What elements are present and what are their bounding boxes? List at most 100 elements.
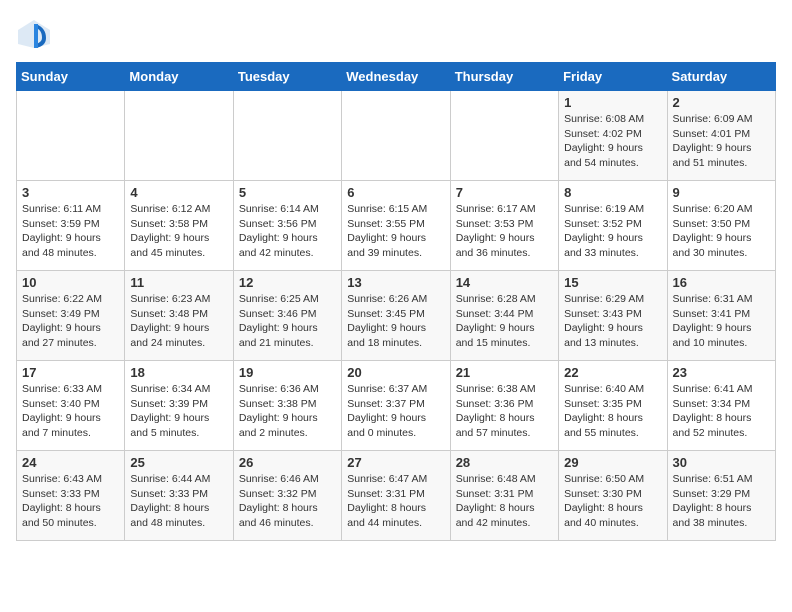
- calendar-cell: 25Sunrise: 6:44 AM Sunset: 3:33 PM Dayli…: [125, 451, 233, 541]
- day-number: 15: [564, 275, 661, 290]
- day-number: 5: [239, 185, 336, 200]
- day-number: 18: [130, 365, 227, 380]
- calendar-table: SundayMondayTuesdayWednesdayThursdayFrid…: [16, 62, 776, 541]
- calendar-cell: 27 Sunrise: 6:47 AM Sunset: 3:31 PM Dayli…: [342, 451, 450, 541]
- day-info: Sunrise: 6:47 AM Sunset: 3:31 PM Dayligh…: [347, 472, 444, 531]
- day-info: Sunrise: 6:48 AM Sunset: 3:31 PM Dayligh…: [456, 472, 553, 531]
- day-number: 9: [673, 185, 770, 200]
- day-info: Sunrise: 6:08 AM Sunset: 4:02 PM Dayligh…: [564, 112, 661, 171]
- calendar-cell: [342, 91, 450, 181]
- day-number: 17: [22, 365, 119, 380]
- calendar-cell: [233, 91, 341, 181]
- calendar-cell: 11 Sunrise: 6:23 AM Sunset: 3:48 PM Dayli…: [125, 271, 233, 361]
- day-number: 12: [239, 275, 336, 290]
- day-number: 23: [673, 365, 770, 380]
- day-number: 24: [22, 455, 119, 470]
- calendar-cell: 16 Sunrise: 6:31 AM Sunset: 3:41 PM Dayli…: [667, 271, 775, 361]
- day-info: Sunrise: 6:15 AM Sunset: 3:55 PM Dayligh…: [347, 202, 444, 261]
- day-number: 3: [22, 185, 119, 200]
- day-info: Sunrise: 6:19 AM Sunset: 3:52 PM Dayligh…: [564, 202, 661, 261]
- day-info: Sunrise: 6:37 AM Sunset: 3:37 PM Dayligh…: [347, 382, 444, 441]
- calendar-cell: 19 Sunrise: 6:36 AM Sunset: 3:38 PM Dayli…: [233, 361, 341, 451]
- day-info: Sunrise: 6:23 AM Sunset: 3:48 PM Dayligh…: [130, 292, 227, 351]
- day-number: 2: [673, 95, 770, 110]
- day-number: 19: [239, 365, 336, 380]
- day-number: 21: [456, 365, 553, 380]
- calendar-cell: 29 Sunrise: 6:50 AM Sunset: 3:30 PM Dayli…: [559, 451, 667, 541]
- day-info: Sunrise: 6:38 AM Sunset: 3:36 PM Dayligh…: [456, 382, 553, 441]
- calendar-cell: 14 Sunrise: 6:28 AM Sunset: 3:44 PM Dayli…: [450, 271, 558, 361]
- day-info: Sunrise: 6:28 AM Sunset: 3:44 PM Dayligh…: [456, 292, 553, 351]
- day-number: 6: [347, 185, 444, 200]
- calendar-cell: 13 Sunrise: 6:26 AM Sunset: 3:45 PM Dayli…: [342, 271, 450, 361]
- day-info: Sunrise: 6:46 AM Sunset: 3:32 PM Dayligh…: [239, 472, 336, 531]
- calendar-cell: 9 Sunrise: 6:20 AM Sunset: 3:50 PM Daylig…: [667, 181, 775, 271]
- day-info: Sunrise: 6:40 AM Sunset: 3:35 PM Dayligh…: [564, 382, 661, 441]
- calendar-cell: 18 Sunrise: 6:34 AM Sunset: 3:39 PM Dayli…: [125, 361, 233, 451]
- day-number: 14: [456, 275, 553, 290]
- calendar-cell: 7 Sunrise: 6:17 AM Sunset: 3:53 PM Daylig…: [450, 181, 558, 271]
- day-number: 4: [130, 185, 227, 200]
- day-number: 10: [22, 275, 119, 290]
- day-number: 16: [673, 275, 770, 290]
- day-info: Sunrise: 6:44 AM Sunset: 3:33 PM Dayligh…: [130, 472, 227, 531]
- day-info: Sunrise: 6:41 AM Sunset: 3:34 PM Dayligh…: [673, 382, 770, 441]
- day-info: Sunrise: 6:09 AM Sunset: 4:01 PM Dayligh…: [673, 112, 770, 171]
- calendar-cell: 8Sunrise: 6:19 AM Sunset: 3:52 PM Daylig…: [559, 181, 667, 271]
- logo: [16, 16, 56, 52]
- day-number: 11: [130, 275, 227, 290]
- calendar-cell: 12 Sunrise: 6:25 AM Sunset: 3:46 PM Dayli…: [233, 271, 341, 361]
- day-number: 26: [239, 455, 336, 470]
- calendar-cell: 4 Sunrise: 6:12 AM Sunset: 3:58 PM Daylig…: [125, 181, 233, 271]
- calendar-week-row: 10 Sunrise: 6:22 AM Sunset: 3:49 PM Dayli…: [17, 271, 776, 361]
- day-info: Sunrise: 6:12 AM Sunset: 3:58 PM Dayligh…: [130, 202, 227, 261]
- calendar-cell: 3 Sunrise: 6:11 AM Sunset: 3:59 PM Daylig…: [17, 181, 125, 271]
- calendar-cell: 2 Sunrise: 6:09 AM Sunset: 4:01 PM Daylig…: [667, 91, 775, 181]
- calendar-cell: 1Sunrise: 6:08 AM Sunset: 4:02 PM Daylig…: [559, 91, 667, 181]
- weekday-header-tuesday: Tuesday: [233, 63, 341, 91]
- calendar-cell: 28 Sunrise: 6:48 AM Sunset: 3:31 PM Dayli…: [450, 451, 558, 541]
- day-info: Sunrise: 6:11 AM Sunset: 3:59 PM Dayligh…: [22, 202, 119, 261]
- day-info: Sunrise: 6:17 AM Sunset: 3:53 PM Dayligh…: [456, 202, 553, 261]
- weekday-header-friday: Friday: [559, 63, 667, 91]
- day-info: Sunrise: 6:26 AM Sunset: 3:45 PM Dayligh…: [347, 292, 444, 351]
- weekday-header-thursday: Thursday: [450, 63, 558, 91]
- calendar-week-row: 3 Sunrise: 6:11 AM Sunset: 3:59 PM Daylig…: [17, 181, 776, 271]
- day-info: Sunrise: 6:33 AM Sunset: 3:40 PM Dayligh…: [22, 382, 119, 441]
- calendar-cell: 6 Sunrise: 6:15 AM Sunset: 3:55 PM Daylig…: [342, 181, 450, 271]
- day-info: Sunrise: 6:50 AM Sunset: 3:30 PM Dayligh…: [564, 472, 661, 531]
- calendar-week-row: 24Sunrise: 6:43 AM Sunset: 3:33 PM Dayli…: [17, 451, 776, 541]
- day-info: Sunrise: 6:29 AM Sunset: 3:43 PM Dayligh…: [564, 292, 661, 351]
- calendar-cell: 5 Sunrise: 6:14 AM Sunset: 3:56 PM Daylig…: [233, 181, 341, 271]
- logo-icon: [16, 16, 52, 52]
- day-number: 13: [347, 275, 444, 290]
- page-header: [16, 16, 776, 52]
- day-number: 7: [456, 185, 553, 200]
- calendar-cell: [125, 91, 233, 181]
- day-number: 27: [347, 455, 444, 470]
- calendar-cell: 20 Sunrise: 6:37 AM Sunset: 3:37 PM Dayli…: [342, 361, 450, 451]
- calendar-cell: 24Sunrise: 6:43 AM Sunset: 3:33 PM Dayli…: [17, 451, 125, 541]
- calendar-week-row: 17 Sunrise: 6:33 AM Sunset: 3:40 PM Dayli…: [17, 361, 776, 451]
- day-info: Sunrise: 6:20 AM Sunset: 3:50 PM Dayligh…: [673, 202, 770, 261]
- weekday-header-row: SundayMondayTuesdayWednesdayThursdayFrid…: [17, 63, 776, 91]
- weekday-header-wednesday: Wednesday: [342, 63, 450, 91]
- calendar-cell: 30Sunrise: 6:51 AM Sunset: 3:29 PM Dayli…: [667, 451, 775, 541]
- day-info: Sunrise: 6:36 AM Sunset: 3:38 PM Dayligh…: [239, 382, 336, 441]
- calendar-cell: [17, 91, 125, 181]
- weekday-header-sunday: Sunday: [17, 63, 125, 91]
- day-info: Sunrise: 6:22 AM Sunset: 3:49 PM Dayligh…: [22, 292, 119, 351]
- calendar-cell: 26 Sunrise: 6:46 AM Sunset: 3:32 PM Dayli…: [233, 451, 341, 541]
- day-info: Sunrise: 6:14 AM Sunset: 3:56 PM Dayligh…: [239, 202, 336, 261]
- day-number: 30: [673, 455, 770, 470]
- day-number: 28: [456, 455, 553, 470]
- calendar-cell: [450, 91, 558, 181]
- weekday-header-saturday: Saturday: [667, 63, 775, 91]
- day-info: Sunrise: 6:34 AM Sunset: 3:39 PM Dayligh…: [130, 382, 227, 441]
- calendar-cell: 21 Sunrise: 6:38 AM Sunset: 3:36 PM Dayli…: [450, 361, 558, 451]
- day-number: 29: [564, 455, 661, 470]
- day-number: 20: [347, 365, 444, 380]
- day-info: Sunrise: 6:31 AM Sunset: 3:41 PM Dayligh…: [673, 292, 770, 351]
- day-info: Sunrise: 6:25 AM Sunset: 3:46 PM Dayligh…: [239, 292, 336, 351]
- day-number: 22: [564, 365, 661, 380]
